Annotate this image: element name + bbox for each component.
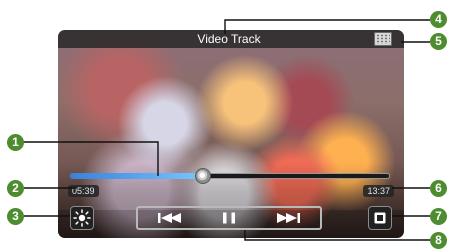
- callout-4: 4: [430, 11, 447, 28]
- grid-button[interactable]: [374, 32, 392, 46]
- pause-icon: [223, 212, 235, 224]
- callout-8: 8: [430, 232, 447, 249]
- video-title: Video Track: [197, 32, 261, 46]
- video-screen: Video Track 05:39 13:37: [58, 30, 404, 238]
- progress-fill: [70, 173, 203, 179]
- callout-7: 7: [430, 208, 447, 225]
- brightness-icon: [73, 209, 91, 227]
- pause-button[interactable]: [206, 209, 252, 227]
- stop-icon: [374, 212, 386, 224]
- next-track-icon: [277, 213, 300, 223]
- callout-6: 6: [430, 180, 447, 197]
- elapsed-time: 05:39: [68, 185, 99, 197]
- previous-track-icon: [158, 213, 181, 223]
- callout-5: 5: [430, 33, 447, 50]
- brightness-button[interactable]: [70, 206, 94, 230]
- callout-2: 2: [7, 180, 24, 197]
- progress-bar[interactable]: [70, 168, 390, 184]
- playback-controls: [136, 206, 322, 230]
- progress-thumb[interactable]: [194, 168, 211, 184]
- previous-button[interactable]: [148, 209, 194, 227]
- next-button[interactable]: [264, 209, 310, 227]
- title-bar: Video Track: [58, 30, 404, 48]
- stop-button[interactable]: [368, 206, 392, 230]
- callout-3: 3: [7, 208, 24, 225]
- callout-1: 1: [7, 134, 24, 151]
- total-time: 13:37: [363, 185, 394, 197]
